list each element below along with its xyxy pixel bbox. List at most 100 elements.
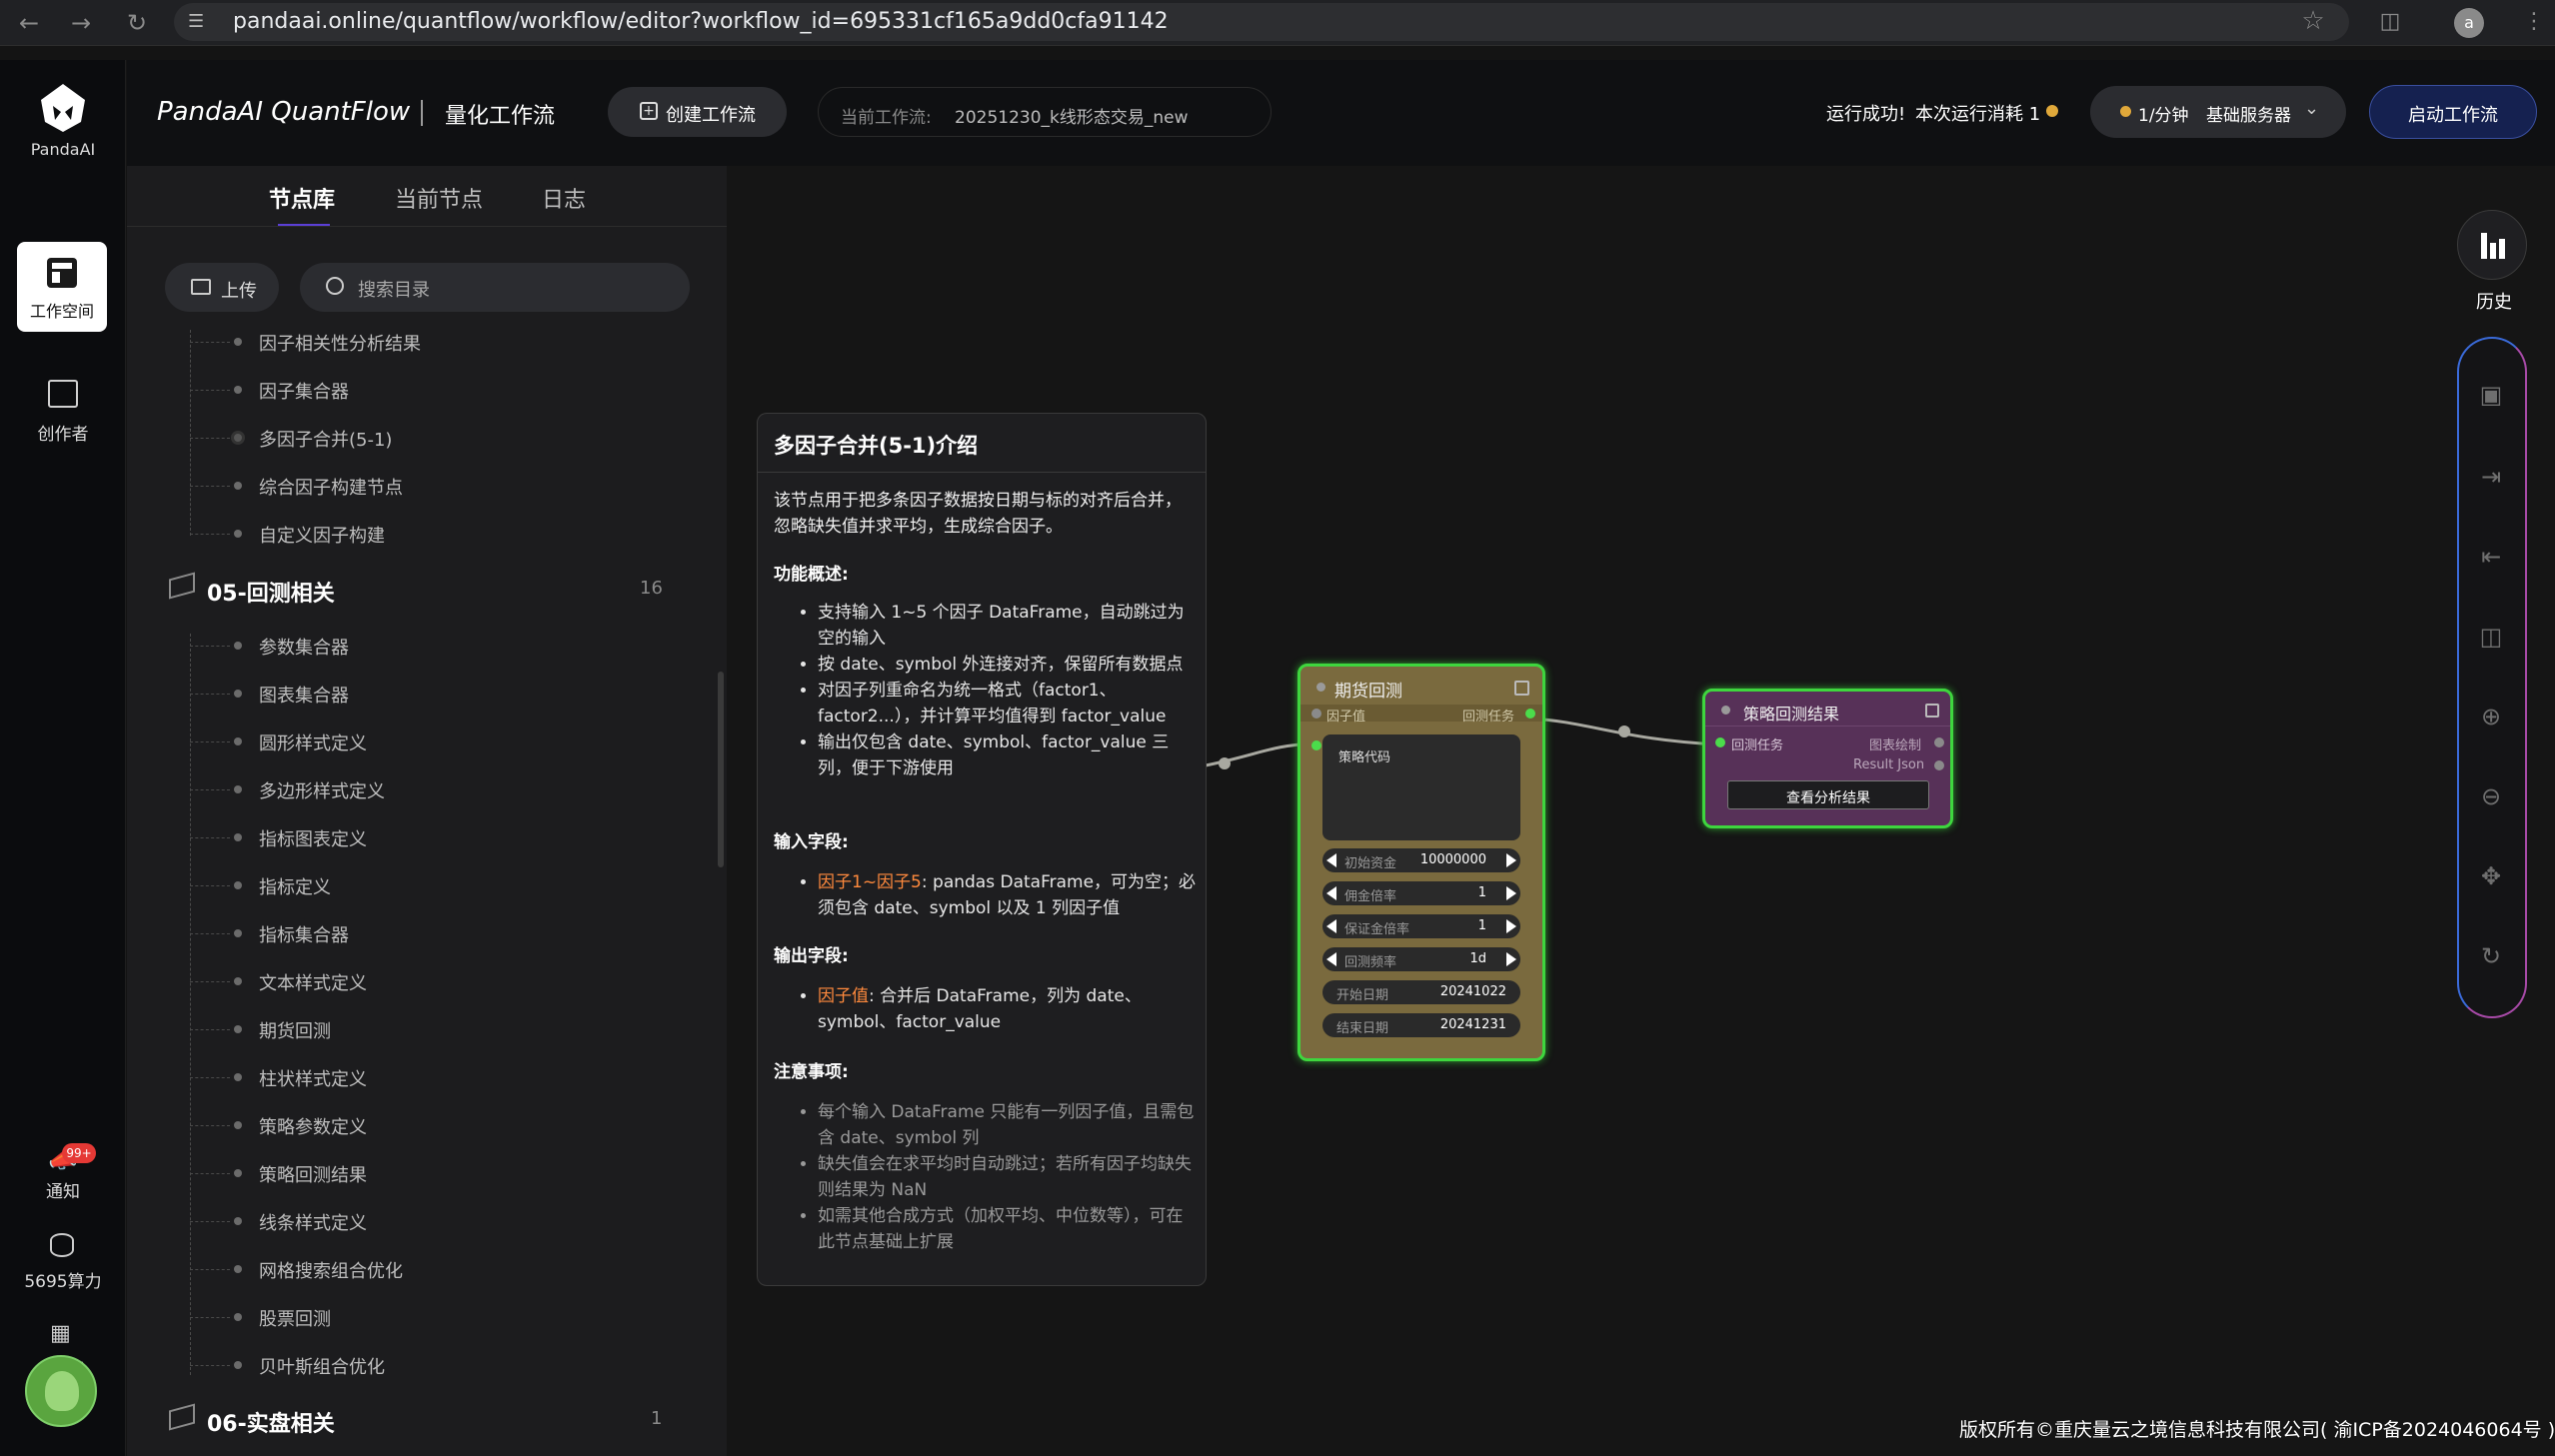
list-item[interactable]: 因子集合器 (259, 378, 349, 404)
list-item[interactable]: 文本样式定义 (259, 969, 367, 995)
import-icon[interactable]: ⇤ (2476, 542, 2506, 572)
nav-creator[interactable]: 创作者 (0, 420, 126, 445)
input-port[interactable] (1311, 740, 1321, 750)
list-item[interactable]: 策略回测结果 (259, 1161, 367, 1187)
increment-icon[interactable] (1506, 853, 1516, 867)
list-item[interactable]: 多边形样式定义 (259, 777, 385, 803)
param-value: 1d (1469, 951, 1486, 966)
compute-balance[interactable]: 5695算力 (0, 1267, 126, 1292)
back-icon[interactable]: ← (14, 8, 44, 38)
param-value: 20241022 (1439, 984, 1506, 999)
port-label: 因子值 (1326, 710, 1366, 725)
list-item[interactable]: 网格搜索组合优化 (259, 1257, 403, 1283)
param-field[interactable]: 开始日期 20241022 (1322, 980, 1520, 1004)
output-port[interactable] (1934, 760, 1944, 770)
param-stepper[interactable]: 初始资金 10000000 (1322, 848, 1520, 872)
list-item: 支持输入 1~5 个因子 DataFrame，自动跳过为空的输入 (818, 600, 1198, 652)
group-header[interactable]: 05-回测相关 (207, 576, 335, 608)
panel-scrollbar[interactable] (718, 672, 724, 867)
list-item[interactable]: 多因子合并(5-1) (259, 426, 392, 452)
group-header[interactable]: 06-实盘相关 (207, 1406, 335, 1438)
reset-icon[interactable]: ↻ (2476, 941, 2506, 971)
output-port[interactable] (1525, 709, 1535, 719)
input-port[interactable] (1715, 737, 1725, 747)
list-item[interactable]: 指标图表定义 (259, 825, 367, 851)
param-field[interactable]: 结束日期 20241231 (1322, 1013, 1520, 1037)
edit-icon[interactable] (1925, 704, 1939, 718)
forward-icon[interactable]: → (66, 8, 96, 38)
start-workflow-button[interactable]: 启动工作流 (2369, 85, 2537, 139)
tooltip-intro: 该节点用于把多条因子数据按日期与标的对齐后合并，忽略缺失值并求平均，生成综合因子… (774, 491, 1182, 537)
url-text[interactable]: pandaai.online/quantflow/workflow/editor… (233, 9, 1169, 34)
nav-notify[interactable]: 通知 (0, 1177, 126, 1202)
profile-avatar[interactable]: a (2454, 8, 2484, 38)
input-port[interactable] (1311, 709, 1321, 719)
tree-node-dot (234, 833, 242, 841)
zoom-in-icon[interactable]: ⊕ (2476, 702, 2506, 731)
decrement-icon[interactable] (1326, 919, 1336, 933)
reload-icon[interactable]: ↻ (122, 8, 152, 38)
param-stepper[interactable]: 保证金倍率 1 (1322, 914, 1520, 938)
param-value: 10000000 (1419, 852, 1486, 867)
increment-icon[interactable] (1506, 952, 1516, 966)
node-futures-backtest[interactable]: 期货回测 因子值 回测任务 策略代码 初始资金 10000000 佣金倍率 1 保证… (1297, 664, 1545, 1061)
list-item[interactable]: 指标定义 (259, 873, 331, 899)
list-item[interactable]: 柱状样式定义 (259, 1065, 367, 1091)
tree-node-dot (234, 977, 242, 985)
catalog-search[interactable]: 搜索目录 (300, 263, 690, 312)
export-icon[interactable]: ⇥ (2476, 462, 2506, 492)
zoom-out-icon[interactable]: ⊖ (2476, 781, 2506, 811)
list-item[interactable]: 参数集合器 (259, 634, 349, 660)
tree-connector (190, 1125, 230, 1126)
server-select[interactable]: 1/分钟 基础服务器 ⌄ (2090, 86, 2346, 138)
list-item[interactable]: 因子相关性分析结果 (259, 330, 421, 356)
tree-connector (190, 933, 230, 934)
list-item[interactable]: 期货回测 (259, 1017, 331, 1043)
node-status-dot (1721, 706, 1730, 715)
increment-icon[interactable] (1506, 919, 1516, 933)
port-label: 图表绘制 (1869, 738, 1922, 753)
tab-node-library[interactable]: 节点库 (269, 182, 335, 214)
create-workflow-button[interactable]: + 创建工作流 (608, 87, 787, 137)
param-stepper[interactable]: 回测频率 1d (1322, 947, 1520, 971)
param-stepper[interactable]: 佣金倍率 1 (1322, 881, 1520, 905)
output-port[interactable] (1934, 737, 1944, 747)
decrement-icon[interactable] (1326, 952, 1336, 966)
search-input[interactable]: 搜索目录 (358, 276, 430, 302)
list-item[interactable]: 圆形样式定义 (259, 729, 367, 755)
upload-label: 上传 (221, 281, 257, 302)
create-workflow-label: 创建工作流 (666, 105, 756, 126)
increment-icon[interactable] (1506, 886, 1516, 900)
list-item[interactable]: 策略参数定义 (259, 1113, 367, 1139)
tab-current-node[interactable]: 当前节点 (395, 182, 483, 214)
fit-view-icon[interactable]: ✥ (2476, 861, 2506, 891)
decrement-icon[interactable] (1326, 886, 1336, 900)
user-avatar[interactable] (25, 1355, 97, 1427)
nav-workspace[interactable]: 工作空间 (17, 242, 107, 332)
list-item[interactable]: 指标集合器 (259, 921, 349, 947)
decrement-icon[interactable] (1326, 853, 1336, 867)
history-button[interactable] (2457, 210, 2527, 280)
tree-node-dot (234, 1217, 242, 1225)
upload-button[interactable]: 上传 (165, 263, 279, 312)
list-item[interactable]: 自定义因子构建 (259, 522, 385, 548)
node-strategy-result[interactable]: 策略回测结果 回测任务 图表绘制 Result Json 查看分析结果 (1702, 689, 1953, 828)
current-workflow-field[interactable]: 当前工作流: 20251230_k线形态交易_new (818, 87, 1272, 137)
browser-menu-icon[interactable]: ⋮ (2519, 7, 2549, 37)
tab-log[interactable]: 日志 (542, 182, 586, 214)
save-icon[interactable]: ▣ (2476, 380, 2506, 410)
list-item[interactable]: 线条样式定义 (259, 1209, 367, 1235)
extensions-icon[interactable]: ◫ (2375, 7, 2405, 37)
edit-icon[interactable] (1514, 681, 1529, 696)
bookmark-star-icon[interactable]: ☆ (2298, 6, 2328, 36)
delete-icon[interactable]: ◫ (2476, 622, 2506, 652)
strategy-code-box[interactable]: 策略代码 (1322, 734, 1520, 840)
list-item[interactable]: 贝叶斯组合优化 (259, 1353, 385, 1379)
list-item[interactable]: 图表集合器 (259, 682, 349, 708)
site-info-icon[interactable]: ☰ (188, 11, 212, 33)
view-analysis-button[interactable]: 查看分析结果 (1727, 780, 1929, 809)
node-title: 策略回测结果 (1743, 705, 1840, 724)
list-item[interactable]: 股票回测 (259, 1305, 331, 1331)
list-item[interactable]: 综合因子构建节点 (259, 474, 403, 500)
notes-heading: 注意事项: (774, 1062, 849, 1082)
